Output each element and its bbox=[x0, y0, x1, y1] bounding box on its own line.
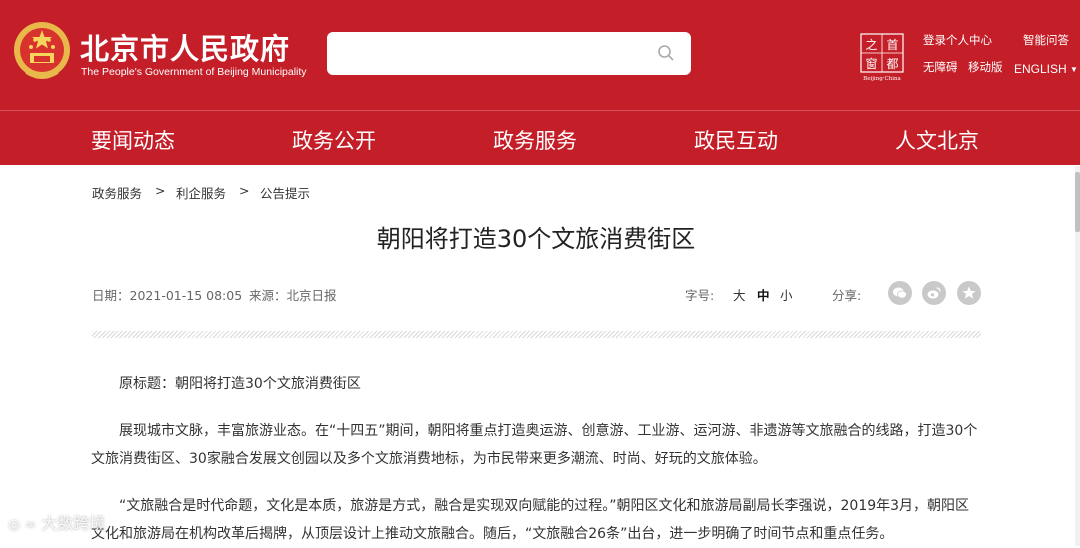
nav-item-news[interactable]: 要闻动态 bbox=[91, 125, 175, 155]
logo-char: 首 bbox=[886, 38, 898, 52]
weibo-share-button[interactable] bbox=[922, 281, 946, 305]
weibo-icon bbox=[927, 287, 941, 299]
scrollbar-thumb[interactable] bbox=[1075, 172, 1080, 232]
wechat-icon bbox=[893, 287, 907, 299]
article-source: 来源：北京日报 bbox=[249, 285, 337, 304]
search-box bbox=[327, 32, 691, 75]
wechat-share-button[interactable] bbox=[888, 281, 912, 305]
english-label: ENGLISH bbox=[1014, 62, 1067, 76]
mobile-version-link[interactable]: 移动版 bbox=[968, 59, 1003, 75]
article-date: 日期：2021-01-15 08:05 bbox=[92, 285, 242, 304]
watermark-text: 大数跨境 bbox=[41, 514, 106, 533]
font-size-label: 字号: bbox=[685, 288, 715, 303]
logo-char: 窗 bbox=[865, 57, 877, 71]
accessibility-link[interactable]: 无障碍 bbox=[923, 59, 958, 75]
smart-qa-link[interactable]: 智能问答 bbox=[1023, 32, 1069, 48]
font-size-large-button[interactable]: 大 bbox=[733, 285, 746, 304]
article-paragraph: “文旅融合是时代命题，文化是本质，旅游是方式，融合是实现双向赋能的过程。”朝阳区… bbox=[91, 498, 970, 542]
share-label: 分享: bbox=[832, 288, 862, 303]
article-paragraph: 原标题：朝阳将打造30个文旅消费街区 bbox=[119, 376, 361, 392]
watermark-logo-icon: ◎ ∞ bbox=[8, 517, 37, 533]
logo-caption: Beijing·China bbox=[863, 76, 901, 82]
national-emblem-icon[interactable] bbox=[12, 20, 72, 82]
font-size-medium-button[interactable]: 中 bbox=[757, 285, 770, 304]
nav-item-culture[interactable]: 人文北京 bbox=[895, 125, 979, 155]
site-subtitle: The People's Government of Beijing Munic… bbox=[81, 66, 307, 78]
breadcrumb-item[interactable]: 政务服务 bbox=[92, 183, 142, 202]
date-label: 日期： bbox=[92, 288, 130, 303]
watermark: ◎ ∞ 大数跨境 bbox=[8, 510, 105, 534]
nav-item-interaction[interactable]: 政民互动 bbox=[694, 125, 778, 155]
capital-window-logo-icon[interactable]: 之 首 窗 都 Beijing·China bbox=[858, 32, 906, 82]
article-title: 朝阳将打造30个文旅消费街区 bbox=[376, 225, 696, 253]
breadcrumb-separator: > bbox=[239, 183, 250, 198]
search-icon[interactable] bbox=[657, 44, 675, 62]
site-header: 北京市人民政府 The People's Government of Beiji… bbox=[0, 0, 1080, 110]
article-paragraph: 展现城市文脉，丰富旅游业态。在“十四五”期间，朝阳将重点打造奥运游、创意游、工业… bbox=[91, 423, 978, 467]
nav-item-gov-affairs[interactable]: 政务公开 bbox=[292, 125, 376, 155]
font-size-small-button[interactable]: 小 bbox=[780, 285, 793, 304]
login-link[interactable]: 登录个人中心 bbox=[923, 32, 992, 48]
logo-char: 都 bbox=[886, 57, 898, 71]
dropdown-arrow-icon: ▼ bbox=[1070, 65, 1078, 74]
search-input[interactable] bbox=[339, 42, 639, 64]
source-label: 来源： bbox=[249, 288, 287, 303]
breadcrumb-separator: > bbox=[155, 183, 166, 198]
logo-char: 之 bbox=[865, 38, 877, 52]
date-value: 2021-01-15 08:05 bbox=[129, 288, 243, 303]
site-title[interactable]: 北京市人民政府 bbox=[80, 26, 290, 68]
favorite-share-button[interactable] bbox=[957, 281, 981, 305]
english-link[interactable]: ENGLISH ▼ bbox=[1014, 62, 1078, 76]
source-value: 北京日报 bbox=[286, 288, 337, 303]
breadcrumb-item[interactable]: 公告提示 bbox=[260, 183, 310, 202]
main-nav: 要闻动态 政务公开 政务服务 政民互动 人文北京 bbox=[0, 111, 1080, 165]
nav-item-gov-services[interactable]: 政务服务 bbox=[493, 125, 577, 155]
favorite-icon bbox=[962, 286, 976, 299]
content-divider bbox=[92, 331, 981, 338]
breadcrumb-item[interactable]: 利企服务 bbox=[176, 183, 226, 202]
